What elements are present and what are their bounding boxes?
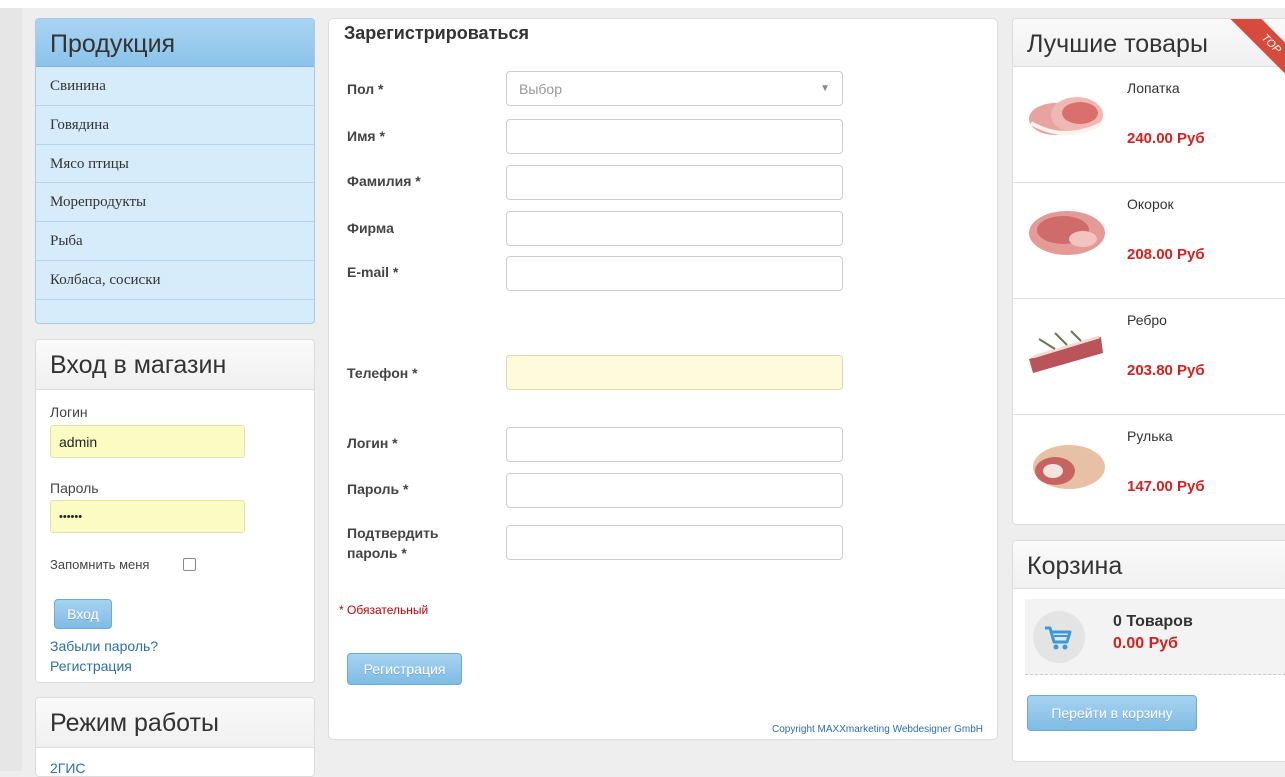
remember-label: Запомнить меня (50, 557, 150, 572)
product-item[interactable]: Окорок 208.00 Руб (1013, 183, 1285, 299)
login-title: Вход в магазин (36, 340, 314, 390)
product-name: Окорок (1127, 196, 1174, 212)
category-item[interactable]: Мясо птицы (36, 145, 314, 184)
cart-item-count: 0 Товаров (1113, 613, 1193, 630)
firstname-label: Имя * (347, 128, 385, 144)
gender-label: Пол * (347, 81, 384, 97)
company-input[interactable] (506, 211, 843, 246)
category-item[interactable]: Говядина (36, 106, 314, 145)
pork-shoulder-image (1029, 97, 1104, 135)
cart-summary[interactable]: 0 Товаров 0.00 Руб (1025, 599, 1285, 675)
product-item[interactable]: Лопатка 240.00 Руб (1013, 67, 1285, 183)
product-name: Рулька (1127, 428, 1173, 444)
category-list: Свинина Говядина Мясо птицы Морепродукты… (36, 67, 314, 300)
forgot-password-link[interactable]: Забыли пароль? (50, 638, 158, 654)
products-title: Продукция (36, 19, 314, 67)
category-item[interactable]: Рыба (36, 222, 314, 261)
product-price: 203.80 Руб (1127, 362, 1205, 379)
category-item[interactable]: Колбаса, сосиски (36, 261, 314, 300)
ham-image (1029, 211, 1105, 255)
confirm-password-label-line1: Подтвердить (347, 525, 439, 541)
confirm-password-label-line2: пароль * (347, 545, 407, 561)
left-strip (0, 8, 22, 771)
product-item[interactable]: Рулька 147.00 Руб (1013, 415, 1285, 524)
registration-title: Зарегистрироваться (344, 23, 529, 43)
password-field-label: Пароль * (347, 481, 409, 497)
password-field-input[interactable] (506, 473, 843, 508)
phone-label: Телефон * (347, 365, 418, 381)
login-button[interactable]: Вход (54, 599, 112, 629)
email-input[interactable] (506, 256, 843, 291)
product-price: 240.00 Руб (1127, 130, 1205, 147)
ribs-image (1029, 330, 1103, 373)
top-strip (0, 0, 1285, 8)
cart-total: 0.00 Руб (1113, 635, 1179, 652)
cart-panel: Корзина 0 Товаров 0.00 Руб Перейти в кор… (1012, 540, 1285, 762)
product-name: Лопатка (1127, 80, 1180, 96)
required-note: * Обязательный (339, 603, 429, 617)
firstname-input[interactable] (506, 119, 843, 154)
lastname-label: Фамилия * (347, 173, 421, 189)
login-input[interactable]: admin (50, 425, 245, 458)
work-hours-item[interactable]: 2ГИС (50, 760, 86, 776)
cart-title: Корзина (1013, 541, 1285, 589)
remember-checkbox[interactable] (183, 558, 196, 571)
confirm-password-input[interactable] (506, 525, 843, 560)
best-products-panel: Лучшие товары TOP Лопатка 240.00 Руб Око… (1012, 18, 1285, 525)
product-price: 147.00 Руб (1127, 478, 1205, 495)
login-field-input[interactable] (506, 427, 843, 462)
pork-knuckle-image (1033, 445, 1105, 489)
phone-input[interactable] (506, 355, 843, 390)
product-item[interactable]: Ребро 203.80 Руб (1013, 299, 1285, 415)
gender-select[interactable]: Выбор ▼ (506, 71, 843, 106)
work-hours-title: Режим работы (36, 698, 314, 748)
lastname-input[interactable] (506, 165, 843, 200)
email-label: E-mail * (347, 264, 399, 280)
cart-icon (1033, 611, 1085, 663)
work-hours-panel: Режим работы 2ГИС (35, 697, 315, 777)
go-to-cart-button[interactable]: Перейти в корзину (1027, 695, 1197, 731)
product-name: Ребро (1127, 312, 1167, 328)
login-field-label: Логин * (347, 435, 398, 451)
category-item[interactable]: Свинина (36, 67, 314, 106)
products-panel: Продукция Свинина Говядина Мясо птицы Мо… (35, 18, 315, 324)
password-label: Пароль (50, 480, 99, 496)
chevron-down-icon: ▼ (820, 83, 830, 94)
gender-select-value: Выбор (519, 81, 562, 97)
product-price: 208.00 Руб (1127, 246, 1205, 263)
shopping-cart-icon (1045, 626, 1072, 650)
login-panel: Вход в магазин Логин admin Пароль ••••••… (35, 339, 315, 683)
company-label: Фирма (347, 220, 394, 236)
password-input[interactable]: •••••• (50, 500, 245, 533)
register-link[interactable]: Регистрация (50, 658, 132, 674)
category-item[interactable]: Морепродукты (36, 183, 314, 223)
registration-panel: Зарегистрироваться Пол * Выбор ▼ Имя * Ф… (328, 18, 998, 740)
copyright-link[interactable]: Copyright MAXXmarketing Webdesigner GmbH (772, 724, 983, 735)
register-button[interactable]: Регистрация (347, 653, 462, 685)
login-label: Логин (50, 404, 88, 420)
